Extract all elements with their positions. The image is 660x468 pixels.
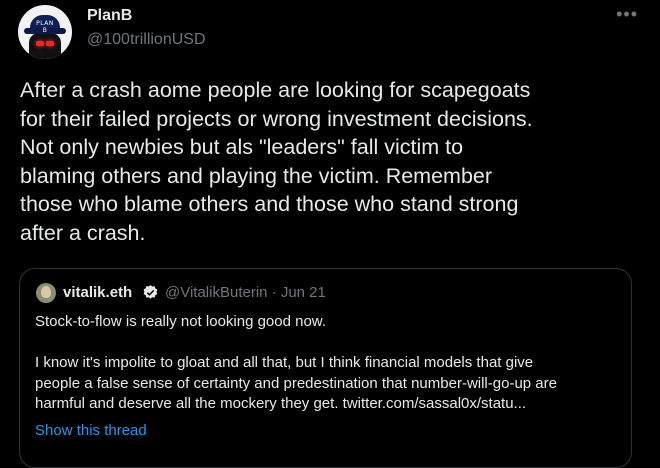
- quoted-tweet-text: Stock-to-flow is really not looking good…: [35, 313, 557, 412]
- avatar-face: [29, 33, 61, 59]
- quoted-author-avatar[interactable]: [36, 283, 56, 303]
- tweet: PLAN B PlanB @100trillionUSD ••• After a…: [0, 0, 660, 468]
- author-handle[interactable]: @100trillionUSD: [87, 31, 206, 49]
- author-avatar[interactable]: PLAN B: [18, 5, 72, 59]
- tweet-text: After a crash aome people are looking fo…: [20, 78, 533, 245]
- avatar-cap-text: PLAN B: [36, 20, 54, 34]
- quoted-author-name[interactable]: vitalik.eth: [63, 284, 132, 301]
- show-thread-link[interactable]: Show this thread: [35, 422, 147, 439]
- author-name[interactable]: PlanB: [87, 7, 132, 25]
- quoted-handle-date: @VitalikButerin · Jun 21: [165, 284, 326, 301]
- more-options-icon[interactable]: •••: [616, 4, 638, 25]
- quoted-tweet[interactable]: vitalik.eth @VitalikButerin · Jun 21 Sto…: [19, 268, 632, 468]
- verified-badge-icon: [143, 285, 158, 299]
- avatar-eye-right: [46, 41, 54, 46]
- avatar-eye-left: [36, 41, 44, 46]
